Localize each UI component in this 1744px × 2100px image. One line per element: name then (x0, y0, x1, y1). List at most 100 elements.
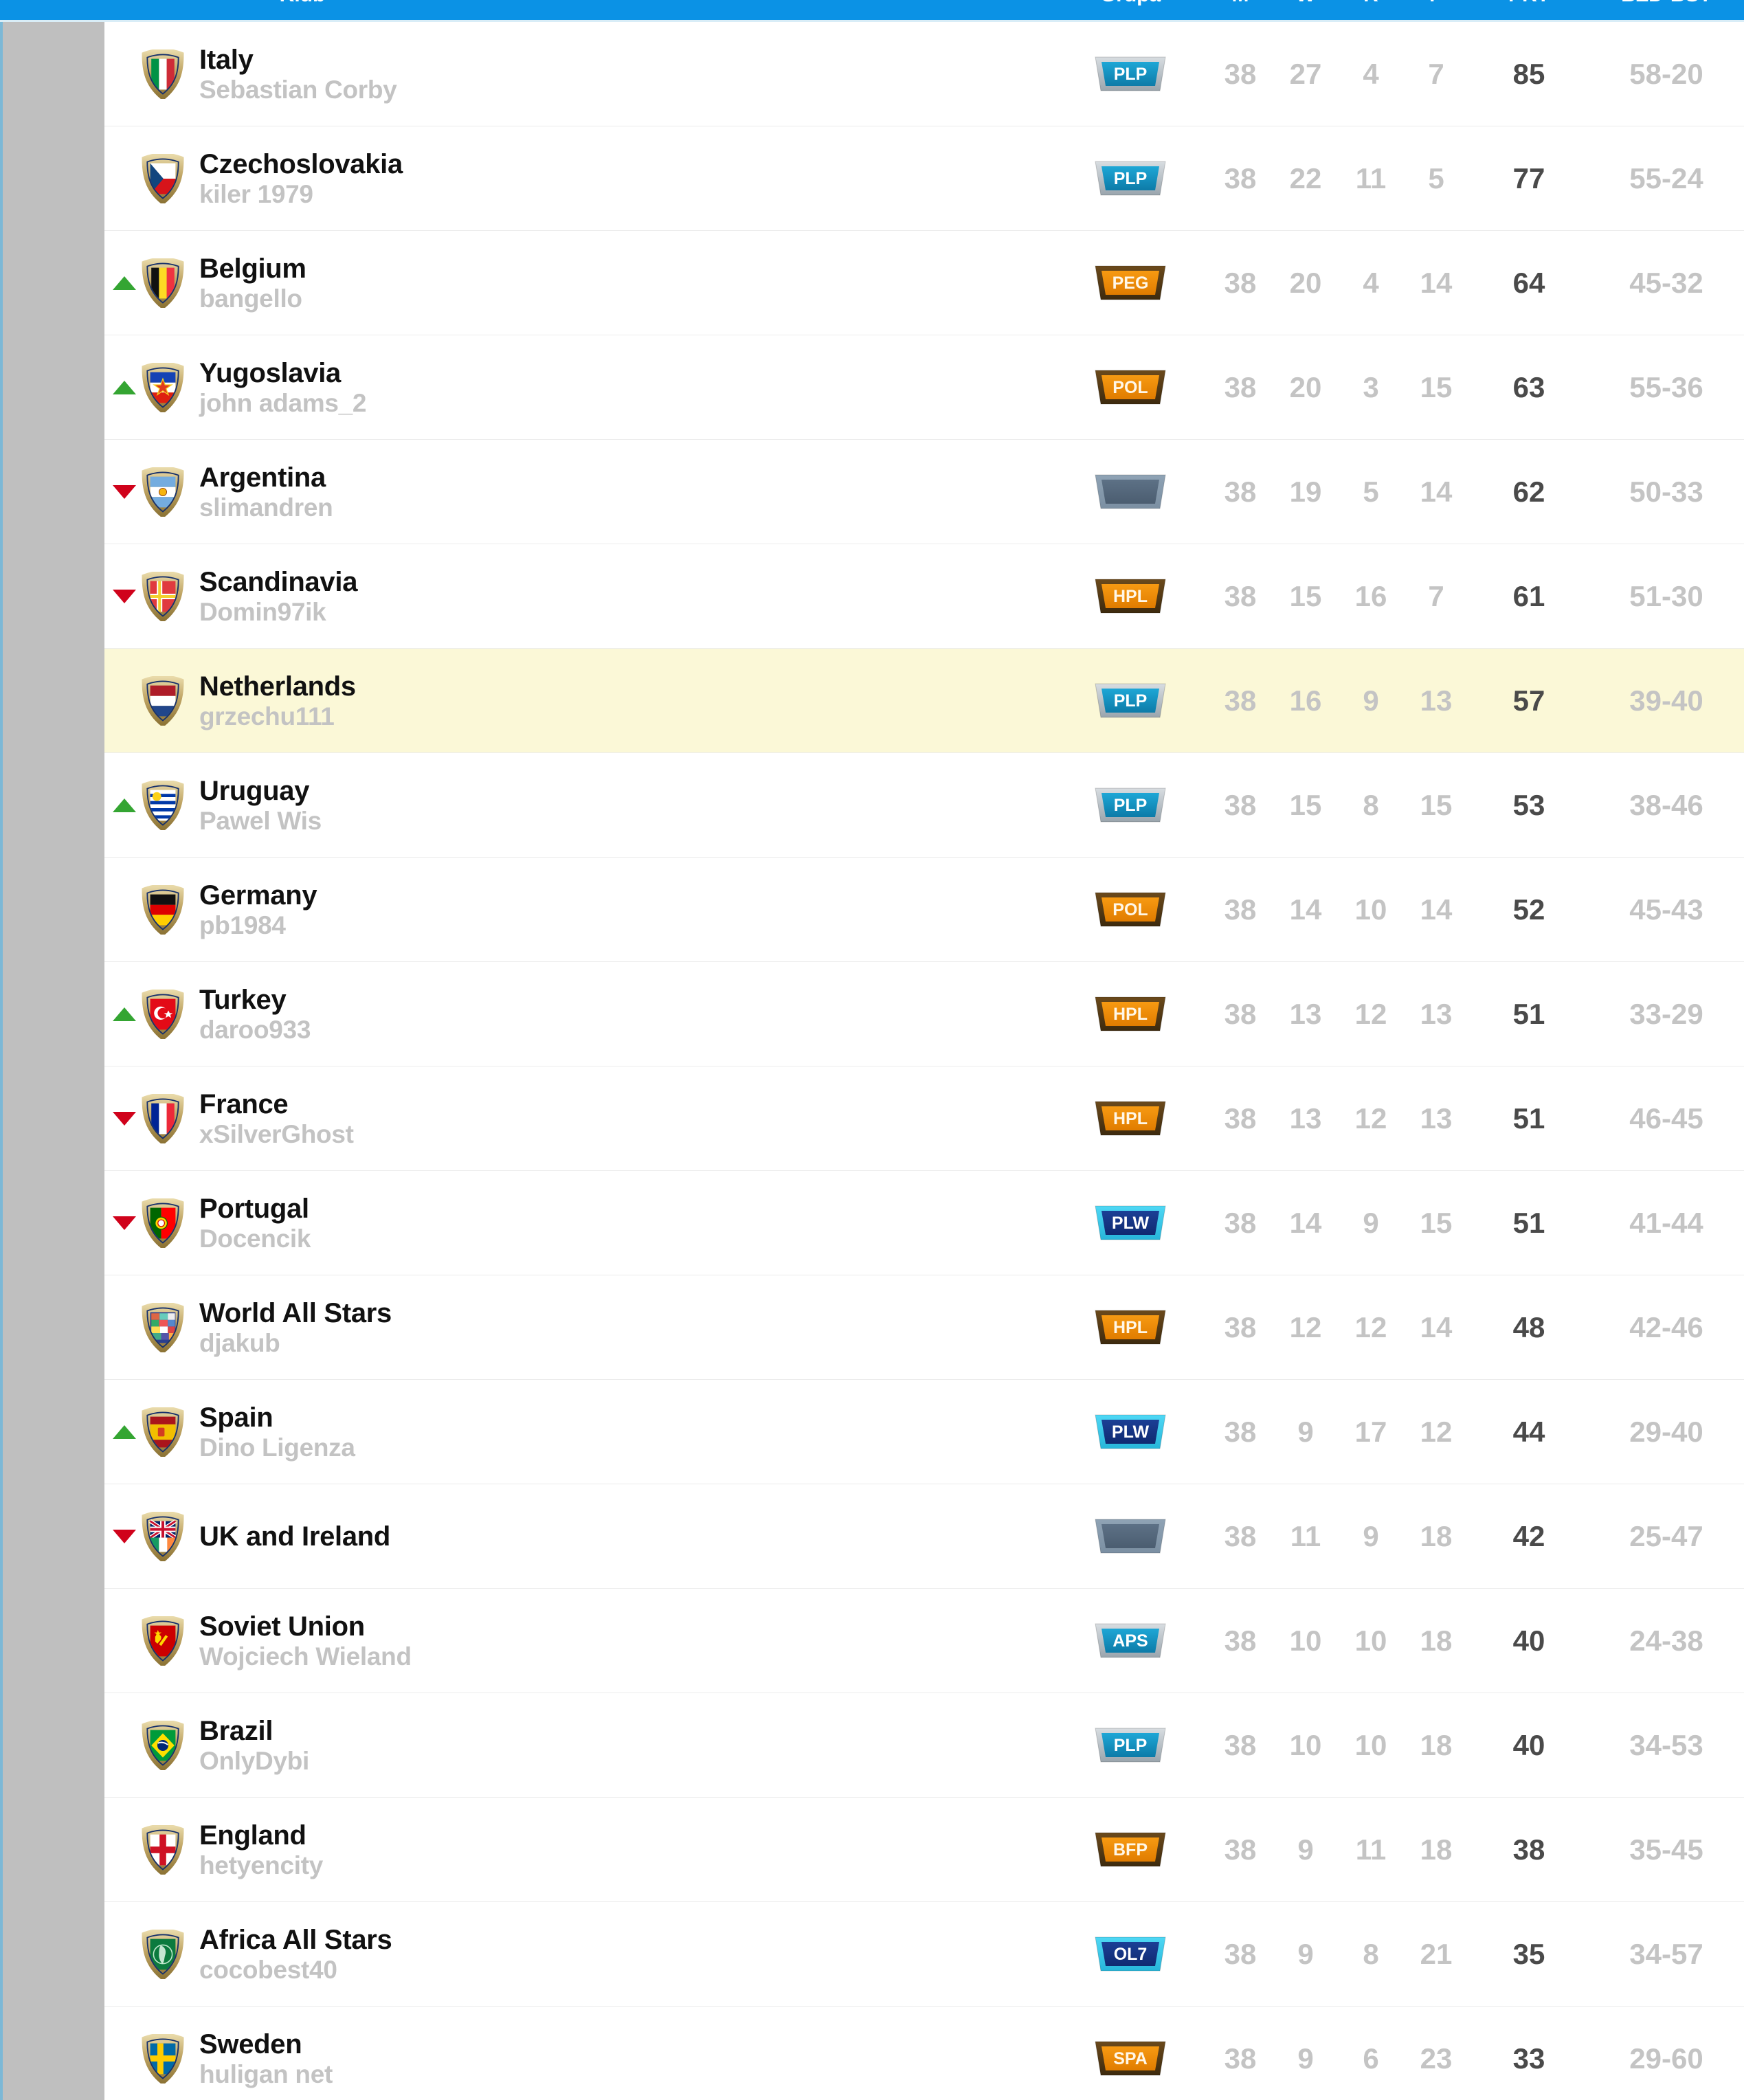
club-name[interactable]: Czechoslovakia (199, 150, 990, 179)
manager-name[interactable]: Docencik (199, 1225, 990, 1253)
club-name[interactable]: World All Stars (199, 1299, 990, 1328)
column-header-pkt[interactable]: PKT (1484, 0, 1574, 7)
manager-name[interactable]: Domin97ik (199, 599, 990, 626)
group-badge[interactable]: PLP (1093, 1726, 1168, 1765)
group-badge[interactable]: HPL (1093, 995, 1168, 1034)
club-cell[interactable]: Portugal Docencik (199, 1171, 990, 1275)
manager-name[interactable]: bangello (199, 285, 990, 313)
table-row[interactable]: 19Africa All Starscocobest40OL7389821353… (0, 1902, 1744, 2007)
club-cell[interactable]: France xSilverGhost (199, 1066, 990, 1171)
club-cell[interactable]: Africa All Stars cocobest40 (199, 1902, 990, 2007)
manager-name[interactable]: Pawel Wis (199, 807, 990, 835)
club-cell[interactable]: Sweden huligan net (199, 2007, 990, 2100)
manager-name[interactable]: pb1984 (199, 912, 990, 939)
manager-name[interactable]: huligan net (199, 2061, 990, 2088)
club-name[interactable]: Germany (199, 881, 990, 911)
club-name[interactable]: Africa All Stars (199, 1925, 990, 1955)
table-row[interactable]: 2Czechoslovakiakiler 1979PLP38221157755-… (0, 126, 1744, 231)
manager-name[interactable]: cocobest40 (199, 1956, 990, 1984)
manager-name[interactable]: john adams_2 (199, 390, 990, 417)
club-name[interactable]: Turkey (199, 985, 990, 1015)
group-badge[interactable]: SPA (1093, 2040, 1168, 2078)
club-name[interactable]: Argentina (199, 463, 990, 493)
table-row[interactable]: 16Soviet UnionWojciech WielandAPS3810101… (0, 1589, 1744, 1693)
table-row[interactable]: 12PortugalDocencikPLW38149155141-44 (0, 1171, 1744, 1275)
table-row[interactable]: 13World All StarsdjakubHPL381212144842-4… (0, 1275, 1744, 1380)
manager-name[interactable]: Wojciech Wieland (199, 1643, 990, 1671)
group-badge[interactable]: PLP (1093, 55, 1168, 93)
club-cell[interactable]: UK and Ireland (199, 1484, 990, 1589)
table-row[interactable]: 11FrancexSilverGhostHPL381312135146-45 (0, 1066, 1744, 1171)
club-cell[interactable]: Brazil OnlyDybi (199, 1693, 990, 1798)
column-header-p[interactable]: P (1405, 0, 1467, 7)
club-cell[interactable]: Germany pb1984 (199, 858, 990, 962)
manager-name[interactable]: kiler 1979 (199, 181, 990, 208)
manager-name[interactable]: djakub (199, 1330, 990, 1357)
club-cell[interactable]: Italy Sebastian Corby (199, 22, 990, 126)
club-name[interactable]: Portugal (199, 1194, 990, 1224)
manager-name[interactable]: daroo933 (199, 1016, 990, 1044)
manager-name[interactable]: Dino Ligenza (199, 1434, 990, 1462)
club-cell[interactable]: Scandinavia Domin97ik (199, 544, 990, 649)
group-badge[interactable]: PLP (1093, 682, 1168, 720)
club-cell[interactable]: Uruguay Pawel Wis (199, 753, 990, 858)
club-name[interactable]: Brazil (199, 1717, 990, 1746)
club-name[interactable]: Soviet Union (199, 1612, 990, 1642)
club-cell[interactable]: Turkey daroo933 (199, 962, 990, 1066)
manager-name[interactable]: xSilverGhost (199, 1121, 990, 1148)
table-row[interactable]: 5Argentinaslimandren38195146250-33 (0, 440, 1744, 544)
group-badge[interactable]: PLP (1093, 786, 1168, 825)
club-name[interactable]: Yugoslavia (199, 359, 990, 388)
club-name[interactable]: France (199, 1090, 990, 1119)
table-row[interactable]: 6ScandinaviaDomin97ikHPL38151676151-30 (0, 544, 1744, 649)
group-badge[interactable] (1093, 1517, 1168, 1556)
table-row[interactable]: 1ItalySebastian CorbyPLP3827478558-20 (0, 22, 1744, 126)
table-row[interactable]: 7Netherlandsgrzechu111PLP38169135739-40 (0, 649, 1744, 753)
table-row[interactable]: 9Germanypb1984POL381410145245-43 (0, 858, 1744, 962)
column-header-w[interactable]: W (1275, 0, 1337, 7)
club-cell[interactable]: Netherlands grzechu111 (199, 649, 990, 753)
club-name[interactable]: Scandinavia (199, 568, 990, 597)
column-header-m[interactable]: M (1209, 0, 1271, 7)
group-badge[interactable]: HPL (1093, 1308, 1168, 1347)
club-name[interactable]: Sweden (199, 2030, 990, 2059)
club-cell[interactable]: Belgium bangello (199, 231, 990, 335)
column-header-club[interactable]: Klub (199, 0, 405, 7)
group-badge[interactable]: BFP (1093, 1831, 1168, 1869)
club-name[interactable]: Belgium (199, 254, 990, 284)
club-name[interactable]: Netherlands (199, 672, 990, 702)
manager-name[interactable]: grzechu111 (199, 703, 990, 730)
club-cell[interactable]: Czechoslovakia kiler 1979 (199, 126, 990, 231)
group-badge[interactable]: PEG (1093, 264, 1168, 302)
column-header-r[interactable]: R (1340, 0, 1402, 7)
group-badge[interactable]: HPL (1093, 577, 1168, 616)
club-cell[interactable]: Argentina slimandren (199, 440, 990, 544)
club-name[interactable]: England (199, 1821, 990, 1851)
manager-name[interactable]: OnlyDybi (199, 1747, 990, 1775)
group-badge[interactable]: PLW (1093, 1204, 1168, 1242)
group-badge[interactable]: PLW (1093, 1413, 1168, 1451)
table-row[interactable]: 18EnglandhetyencityBFP38911183835-45 (0, 1798, 1744, 1902)
table-row[interactable]: 20Swedenhuligan netSPA3896233329-60 (0, 2007, 1744, 2100)
group-badge[interactable]: PLP (1093, 159, 1168, 198)
group-badge[interactable]: HPL (1093, 1099, 1168, 1138)
club-cell[interactable]: Soviet Union Wojciech Wieland (199, 1589, 990, 1693)
group-badge[interactable]: POL (1093, 368, 1168, 407)
manager-name[interactable]: hetyencity (199, 1852, 990, 1879)
club-cell[interactable]: Spain Dino Ligenza (199, 1380, 990, 1484)
group-badge[interactable] (1093, 473, 1168, 511)
club-name[interactable]: Spain (199, 1403, 990, 1433)
table-row[interactable]: 15UK and Ireland38119184225-47 (0, 1484, 1744, 1589)
group-badge[interactable]: OL7 (1093, 1935, 1168, 1974)
club-cell[interactable]: England hetyencity (199, 1798, 990, 1902)
club-name[interactable]: Italy (199, 45, 990, 75)
club-name[interactable]: Uruguay (199, 777, 990, 806)
table-row[interactable]: 17BrazilOnlyDybiPLP381010184034-53 (0, 1693, 1744, 1798)
group-badge[interactable]: POL (1093, 891, 1168, 929)
column-header-group[interactable]: Grupa (1072, 0, 1189, 7)
table-row[interactable]: 8UruguayPawel WisPLP38158155338-46 (0, 753, 1744, 858)
manager-name[interactable]: Sebastian Corby (199, 76, 990, 104)
club-name[interactable]: UK and Ireland (199, 1521, 990, 1552)
club-cell[interactable]: Yugoslavia john adams_2 (199, 335, 990, 440)
table-row[interactable]: 4Yugoslaviajohn adams_2POL38203156355-36 (0, 335, 1744, 440)
